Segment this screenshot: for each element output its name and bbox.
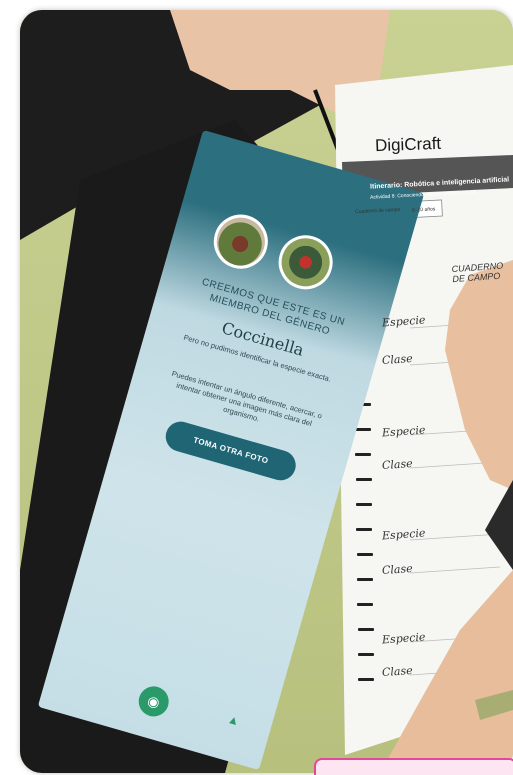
photo: CREEMOS QUE ESTE ES UN MIEMBRO DEL GÉNER…	[20, 10, 513, 773]
photo-thumbnail[interactable]	[207, 208, 275, 276]
label-class-3: Clase	[381, 561, 414, 578]
bottom-pink-bar[interactable]	[314, 758, 513, 775]
camera-icon[interactable]: ◉	[135, 682, 173, 720]
notebook-header: CUADERNO DE CAMPO	[451, 260, 504, 285]
label-class-1: Clase	[381, 351, 414, 368]
ladybug-thumbnail[interactable]	[272, 228, 340, 296]
tab-age: 8–10 años	[411, 206, 436, 214]
label-class-4: Clase	[381, 663, 414, 680]
brand-logo-text: DigiCraft	[374, 133, 442, 156]
bell-icon[interactable]: ▲	[226, 712, 241, 729]
label-class-2: Clase	[381, 456, 414, 473]
